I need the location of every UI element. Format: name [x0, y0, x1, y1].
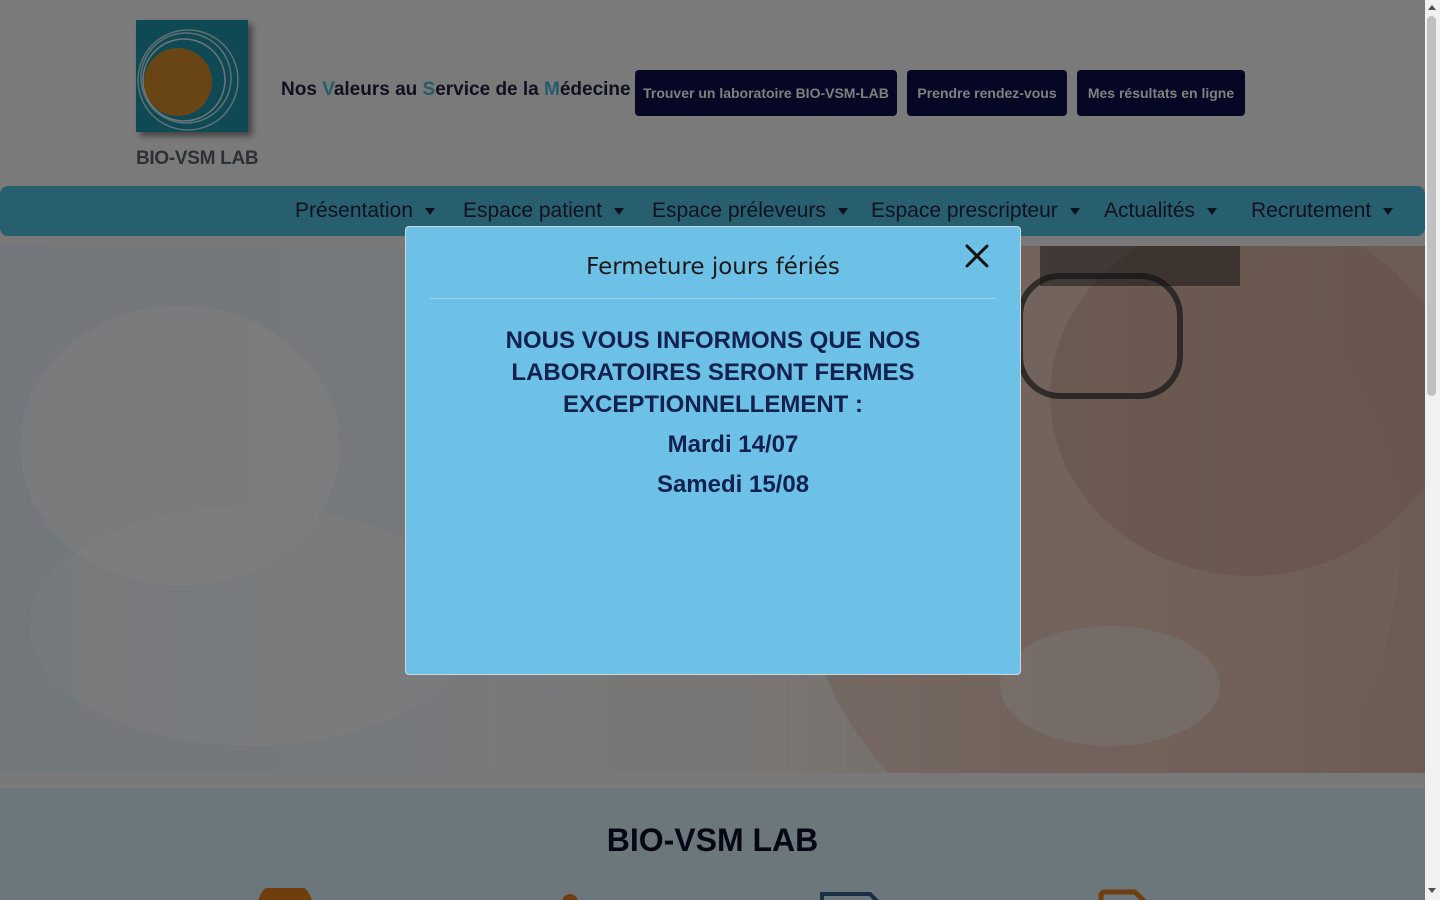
closure-date: Samedi 15/08 [656, 471, 810, 498]
modal-divider [430, 298, 996, 299]
closure-message: NOUS VOUS INFORMONS QUE NOS LABORATOIRES… [505, 327, 921, 418]
scroll-up-arrow-icon[interactable] [1428, 5, 1436, 10]
scroll-down-arrow-icon[interactable] [1428, 888, 1436, 893]
close-icon[interactable] [964, 243, 990, 269]
scroll-thumb[interactable] [1427, 16, 1436, 396]
closure-date: Mardi 14/07 [667, 431, 799, 458]
page-scrollbar[interactable] [1425, 0, 1440, 900]
modal-title: Fermeture jours fériés [586, 254, 840, 280]
holiday-closure-modal: Fermeture jours fériés NOUS VOUS INFORMO… [405, 226, 1021, 675]
modal-body: NOUS VOUS INFORMONS QUE NOS LABORATOIRES… [406, 325, 1020, 505]
